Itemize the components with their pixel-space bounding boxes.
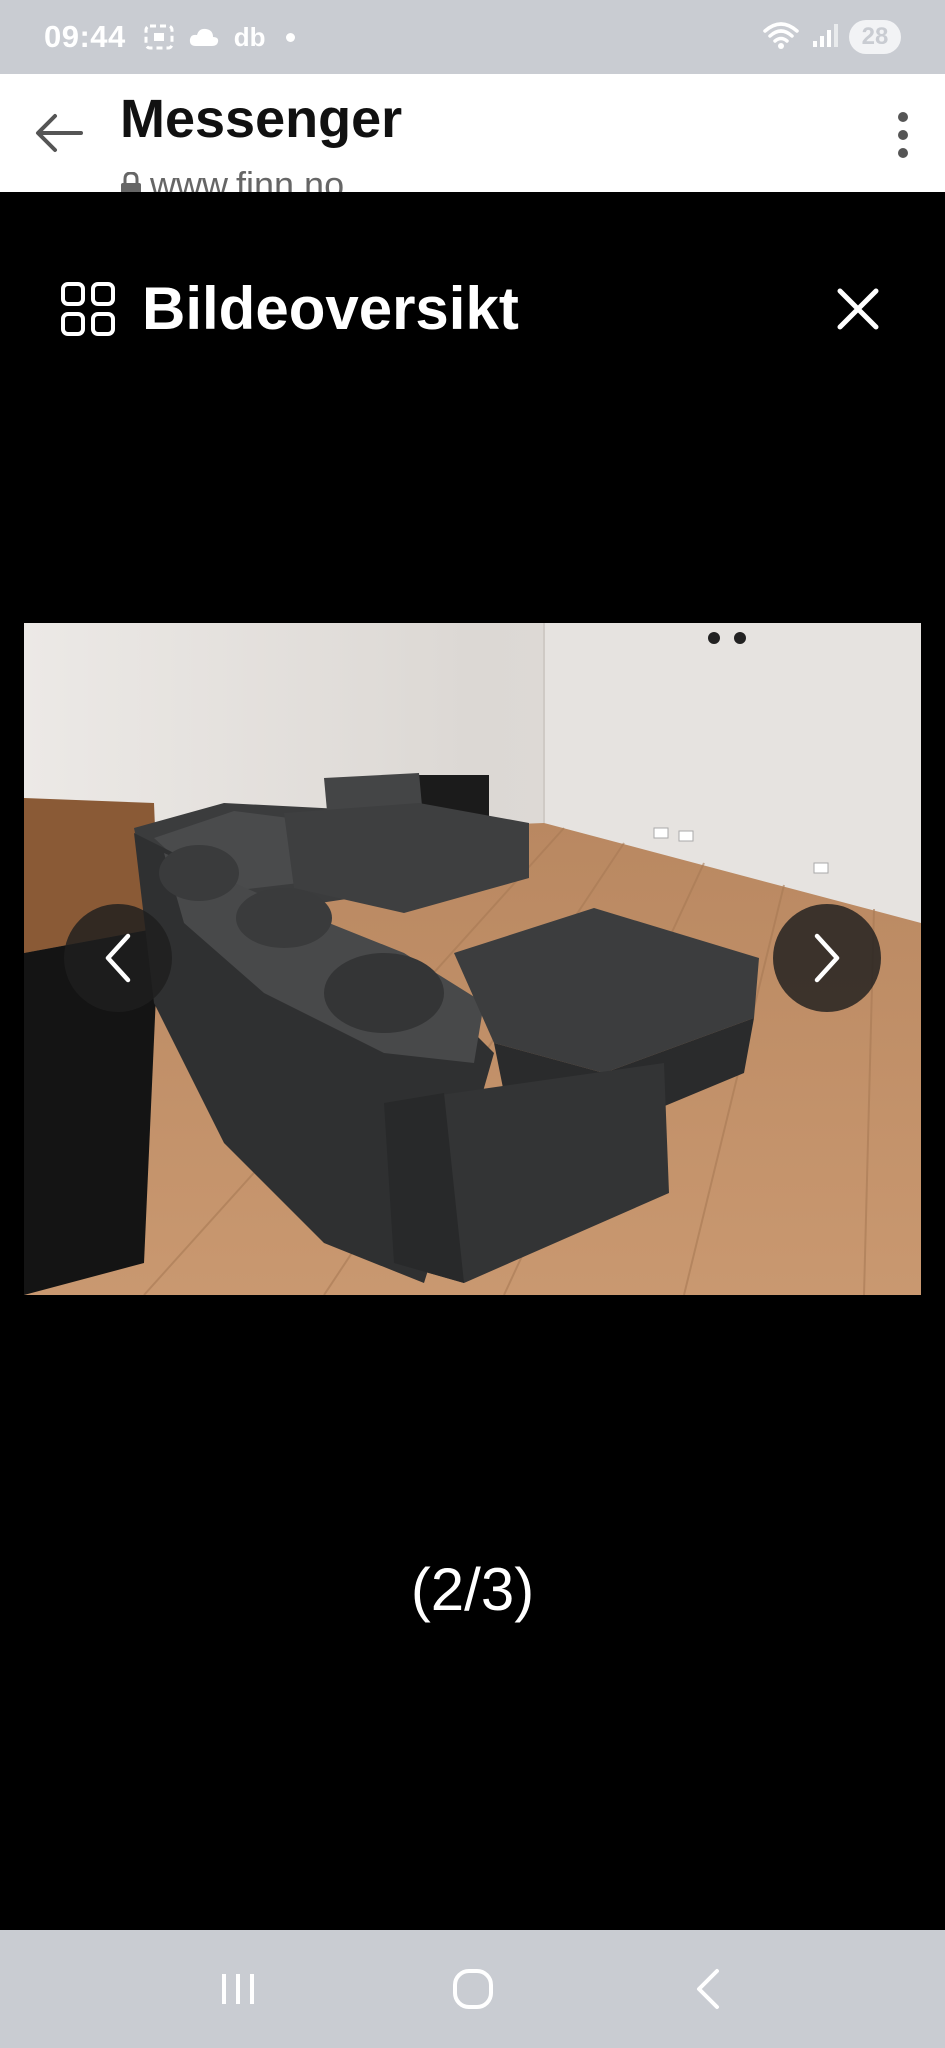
battery-indicator: 28: [849, 20, 901, 54]
lock-icon: [121, 172, 141, 192]
wifi-icon: [761, 19, 801, 56]
back-icon: [696, 1969, 719, 2009]
previous-image-button[interactable]: [64, 904, 172, 1012]
grid-icon: [61, 281, 115, 336]
recents-icon: [221, 1974, 254, 2004]
gallery-overview-button[interactable]: Bildeoversikt: [60, 274, 519, 343]
image-counter: (2/3): [410, 1556, 535, 1623]
viewer-title: Bildeoversikt: [142, 275, 519, 342]
carrier-text: db: [233, 21, 266, 52]
more-vert-icon: [898, 112, 908, 158]
back-arrow-icon: [36, 114, 83, 152]
next-image-button[interactable]: [773, 904, 881, 1012]
status-left-icons: db: [144, 22, 295, 53]
notification-dot: [285, 32, 295, 42]
signal-icon: [811, 21, 839, 54]
more-options-button[interactable]: [881, 104, 925, 166]
home-icon: [452, 1969, 493, 2009]
url-text: www.finn.no: [150, 164, 345, 192]
screenshot-icon: [144, 23, 174, 51]
close-button[interactable]: [831, 282, 885, 336]
page-title: Messenger: [120, 89, 403, 149]
chevron-left-icon: [105, 933, 131, 983]
home-button[interactable]: [433, 1949, 513, 2029]
system-navigation-bar: [0, 1930, 945, 2048]
browser-header: Messenger www.finn.no: [0, 74, 945, 192]
back-button[interactable]: [30, 104, 88, 162]
recents-button[interactable]: [198, 1949, 278, 2029]
cloud-icon: [188, 26, 220, 48]
url-label[interactable]: www.finn.no: [120, 164, 344, 192]
status-time: 09:44: [44, 19, 126, 54]
chevron-right-icon: [814, 933, 840, 983]
system-back-button[interactable]: [668, 1949, 748, 2029]
status-right: 28: [761, 19, 901, 56]
status-bar: 09:44 db 28: [0, 0, 945, 74]
close-icon: [837, 288, 879, 330]
